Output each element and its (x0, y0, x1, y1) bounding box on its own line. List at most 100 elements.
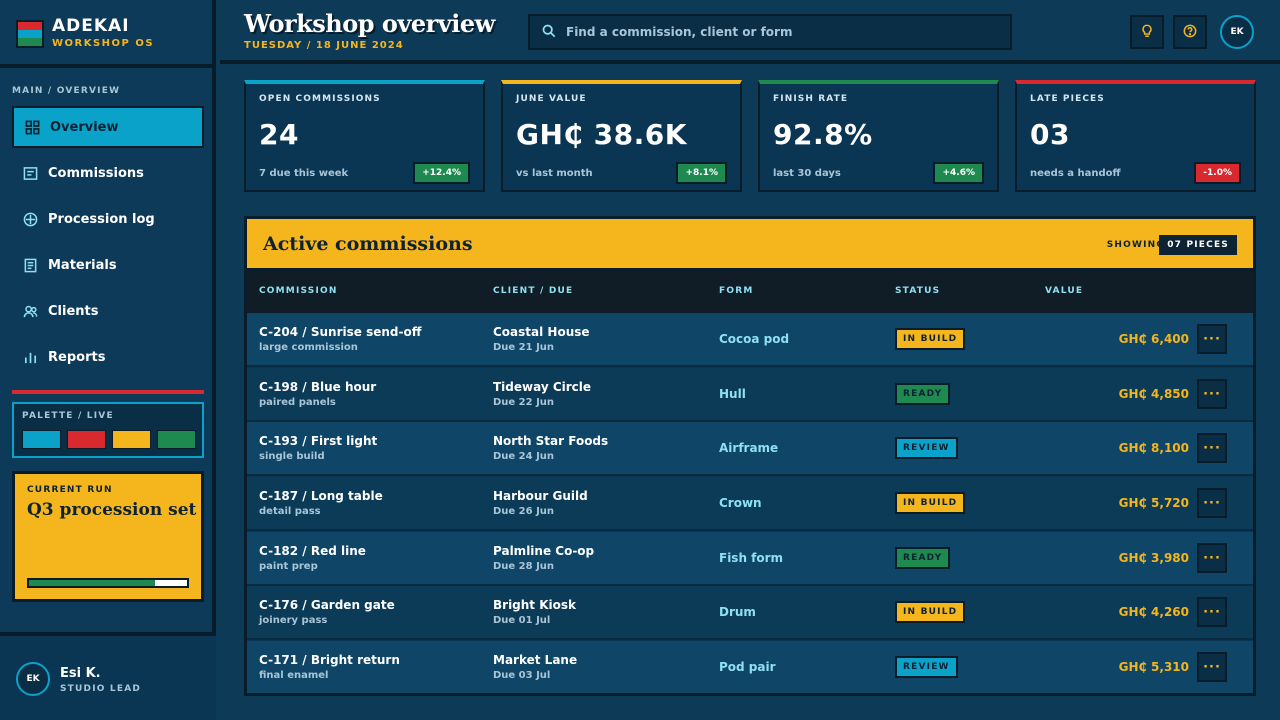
table-row[interactable]: C-204 / Sunrise send-off large commission… (247, 313, 1253, 367)
more-actions-button[interactable]: ··· (1197, 597, 1227, 627)
client-name: Bright Kiosk (493, 598, 577, 612)
header-avatar[interactable]: EK (1220, 15, 1254, 49)
kpi-card-finish-rate[interactable]: FINISH RATE 92.8% last 30 days +4.6% (758, 80, 999, 192)
page-title: Workshop overview (244, 9, 495, 38)
kpi-card-open-commissions[interactable]: OPEN COMMISSIONS 24 7 due this week +12.… (244, 80, 485, 192)
more-actions-button[interactable]: ··· (1197, 543, 1227, 573)
column-header-value[interactable]: VALUE (1045, 286, 1083, 296)
commission-title[interactable]: C-198 / Blue hour (259, 380, 376, 394)
form-link[interactable]: Airframe (719, 441, 778, 455)
brand-subtitle: WORKSHOP OS (52, 38, 155, 49)
commission-note: detail pass (259, 506, 321, 517)
lightbulb-icon (1140, 23, 1154, 42)
commission-value: GH₵ 5,310 (1118, 660, 1189, 674)
sidebar-item-materials[interactable]: Materials (12, 244, 204, 286)
form-link[interactable]: Fish form (719, 551, 783, 565)
logo-icon (16, 20, 44, 48)
help-button[interactable] (1173, 15, 1207, 49)
column-header-client-due[interactable]: CLIENT / DUE (493, 286, 573, 296)
sidebar-item-commissions[interactable]: Commissions (12, 152, 204, 194)
kpi-card-june-value[interactable]: JUNE VALUE GH₵ 38.6K vs last month +8.1% (501, 80, 742, 192)
more-actions-button[interactable]: ··· (1197, 379, 1227, 409)
kpi-delta-badge: -1.0% (1194, 162, 1241, 184)
palette-panel: PALETTE / LIVE (12, 402, 204, 458)
commission-value: GH₵ 5,720 (1118, 496, 1189, 510)
table-row[interactable]: C-176 / Garden gate joinery pass Bright Ki… (247, 586, 1253, 640)
commission-note: single build (259, 451, 325, 462)
form-link[interactable]: Cocoa pod (719, 332, 789, 346)
column-header-form[interactable]: FORM (719, 286, 754, 296)
client-name: Harbour Guild (493, 489, 588, 503)
table-row[interactable]: C-198 / Blue hour paired panels Tideway Ci… (247, 368, 1253, 422)
status-badge: IN BUILD (895, 492, 966, 514)
commission-note: large commission (259, 342, 358, 353)
commission-title[interactable]: C-204 / Sunrise send-off (259, 325, 421, 339)
client-name: Tideway Circle (493, 380, 592, 394)
status-badge: READY (895, 383, 951, 405)
sidebar-item-overview[interactable]: Overview (12, 106, 204, 148)
column-header-status[interactable]: STATUS (895, 286, 940, 296)
due-date: Due 26 Jun (493, 506, 555, 517)
search-input[interactable] (566, 25, 996, 39)
due-date: Due 24 Jun (493, 451, 555, 462)
commission-title[interactable]: C-176 / Garden gate (259, 598, 395, 612)
more-actions-button[interactable]: ··· (1197, 433, 1227, 463)
table-row[interactable]: C-171 / Bright return final enamel Market … (247, 641, 1253, 693)
kpi-label: OPEN COMMISSIONS (259, 94, 381, 104)
sidebar-item-procession-log[interactable]: Procession log (12, 198, 204, 240)
sidebar-item-clients[interactable]: Clients (12, 290, 204, 332)
kpi-subtext: 7 due this week (259, 168, 349, 179)
commission-title[interactable]: C-171 / Bright return (259, 653, 400, 667)
table-row[interactable]: C-182 / Red line paint prep Palmline Co-op… (247, 532, 1253, 586)
due-date: Due 22 Jun (493, 397, 555, 408)
form-link[interactable]: Crown (719, 496, 762, 510)
sidebar-item-reports[interactable]: Reports (12, 336, 204, 378)
compass-icon (22, 211, 38, 227)
user-profile[interactable]: EK Esi K. STUDIO LEAD (0, 632, 216, 720)
commission-value: GH₵ 6,400 (1118, 332, 1189, 346)
kpi-delta-badge: +4.6% (933, 162, 984, 184)
sidebar-item-label: Reports (48, 349, 106, 365)
palette-title: PALETTE / LIVE (22, 411, 114, 421)
commission-title[interactable]: C-193 / First light (259, 434, 377, 448)
more-actions-button[interactable]: ··· (1197, 652, 1227, 682)
help-icon (1183, 23, 1197, 42)
column-header-commission[interactable]: COMMISSION (259, 286, 338, 296)
commission-title[interactable]: C-182 / Red line (259, 544, 366, 558)
table-row[interactable]: C-187 / Long table detail pass Harbour Gui… (247, 477, 1253, 531)
palette-swatch-cyan[interactable] (22, 430, 61, 449)
form-link[interactable]: Drum (719, 605, 756, 619)
showing-count-badge: 07 PIECES (1159, 235, 1237, 255)
form-link[interactable]: Pod pair (719, 660, 776, 674)
ideas-button[interactable] (1130, 15, 1164, 49)
more-actions-button[interactable]: ··· (1197, 488, 1227, 518)
sidebar-item-label: Overview (50, 119, 119, 135)
kpi-card-late-pieces[interactable]: LATE PIECES 03 needs a handoff -1.0% (1015, 80, 1256, 192)
commission-note: joinery pass (259, 615, 328, 626)
palette-swatch-red[interactable] (67, 430, 106, 449)
commission-note: paired panels (259, 397, 336, 408)
more-actions-button[interactable]: ··· (1197, 324, 1227, 354)
current-run-card[interactable]: CURRENT RUN Q3 procession set (12, 471, 204, 602)
palette-swatch-yellow[interactable] (112, 430, 151, 449)
brand[interactable]: ADEKAI WORKSHOP OS (0, 0, 216, 68)
kpi-subtext: needs a handoff (1030, 168, 1121, 179)
due-date: Due 03 Jul (493, 670, 551, 681)
client-name: North Star Foods (493, 434, 609, 448)
table-row[interactable]: C-193 / First light single build North Sta… (247, 422, 1253, 476)
kpi-label: FINISH RATE (773, 94, 849, 104)
status-badge: READY (895, 547, 951, 569)
brand-name: ADEKAI (52, 16, 130, 36)
sidebar-item-label: Clients (48, 303, 99, 319)
commission-title[interactable]: C-187 / Long table (259, 489, 383, 503)
search-bar[interactable] (528, 14, 1012, 50)
palette-swatch-green[interactable] (157, 430, 196, 449)
status-badge: IN BUILD (895, 328, 966, 350)
sidebar-item-label: Materials (48, 257, 117, 273)
status-badge: REVIEW (895, 656, 958, 678)
kpi-value: 24 (259, 118, 299, 151)
form-link[interactable]: Hull (719, 387, 746, 401)
divider (12, 390, 204, 394)
kpi-value: GH₵ 38.6K (516, 118, 687, 151)
commission-value: GH₵ 4,850 (1118, 387, 1189, 401)
